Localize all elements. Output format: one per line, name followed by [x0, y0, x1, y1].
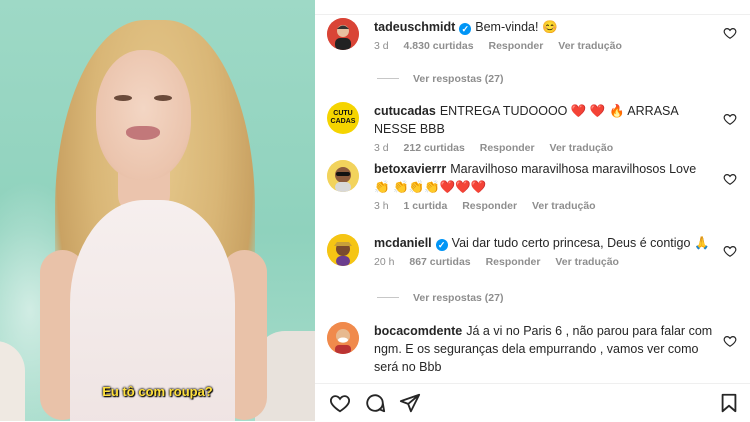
comment-time[interactable]: 3 d: [374, 40, 389, 52]
see-translation-button[interactable]: Ver tradução: [558, 40, 622, 52]
avatar-logo-text: CUTU CADAS: [330, 110, 356, 125]
comment-time[interactable]: 3 d: [374, 142, 389, 154]
view-replies-label: Ver respostas (27): [413, 73, 504, 85]
comment-likes[interactable]: 212 curtidas: [404, 142, 465, 154]
comments-panel[interactable]: tadeuschmidt ✓ Bem-vinda! 😊 3 d 4.830 curt…: [315, 0, 750, 383]
see-translation-button[interactable]: Ver tradução: [532, 200, 596, 212]
eye: [114, 95, 132, 101]
comment-icon[interactable]: [364, 392, 386, 414]
reply-button[interactable]: Responder: [462, 200, 517, 212]
post-action-bar: [315, 383, 750, 422]
comment-username[interactable]: bocacomdente: [374, 324, 462, 338]
comment-time[interactable]: 3 h: [374, 200, 389, 212]
mouth: [126, 126, 160, 140]
divider: [377, 297, 399, 298]
comment-likes[interactable]: 4.830 curtidas: [404, 40, 474, 52]
heart-icon[interactable]: [723, 172, 737, 186]
heart-icon[interactable]: [329, 392, 351, 414]
avatar[interactable]: [327, 18, 359, 50]
heart-icon[interactable]: [723, 26, 737, 40]
see-translation-button[interactable]: Ver tradução: [555, 256, 619, 268]
avatar[interactable]: [327, 234, 359, 266]
comment-text: Vai dar tudo certo princesa, Deus é cont…: [451, 236, 710, 250]
eye: [154, 95, 172, 101]
person-avatar-icon: [327, 160, 359, 192]
reply-button[interactable]: Responder: [486, 256, 541, 268]
comment-username[interactable]: betoxavierrr: [374, 162, 446, 176]
view-replies-label: Ver respostas (27): [413, 292, 504, 304]
comment-text: Bem-vinda! 😊: [475, 20, 558, 34]
heart-icon[interactable]: [723, 244, 737, 258]
person-avatar-icon: [327, 234, 359, 266]
avatar[interactable]: [327, 322, 359, 354]
comment-username[interactable]: tadeuschmidt: [374, 20, 455, 34]
avatar[interactable]: CUTU CADAS: [327, 102, 359, 134]
reply-button[interactable]: Responder: [480, 142, 535, 154]
scrolled-header-edge: [315, 0, 750, 15]
video-subtitle: Eu tô com roupa?: [102, 384, 213, 399]
comment-username[interactable]: cutucadas: [374, 104, 436, 118]
bookmark-icon[interactable]: [718, 392, 740, 414]
heart-icon[interactable]: [723, 112, 737, 126]
view-replies-button[interactable]: Ver respostas (27): [377, 292, 503, 304]
verified-badge-icon: ✓: [435, 239, 448, 251]
reply-button[interactable]: Responder: [489, 40, 544, 52]
avatar[interactable]: [327, 160, 359, 192]
comment-likes[interactable]: 1 curtida: [404, 200, 448, 212]
post-media[interactable]: Eu tô com roupa?: [0, 0, 315, 421]
share-icon[interactable]: [399, 392, 421, 414]
divider: [377, 78, 399, 79]
verified-badge-icon: ✓: [459, 23, 472, 35]
person-avatar-icon: [327, 18, 359, 50]
comment-likes[interactable]: 867 curtidas: [409, 256, 470, 268]
heart-icon[interactable]: [723, 334, 737, 348]
comment-username[interactable]: mcdaniell: [374, 236, 432, 250]
see-translation-button[interactable]: Ver tradução: [550, 142, 614, 154]
view-replies-button[interactable]: Ver respostas (27): [377, 73, 503, 85]
person-face: [96, 50, 191, 180]
person-avatar-icon: [327, 322, 359, 354]
comment-time[interactable]: 20 h: [374, 256, 394, 268]
